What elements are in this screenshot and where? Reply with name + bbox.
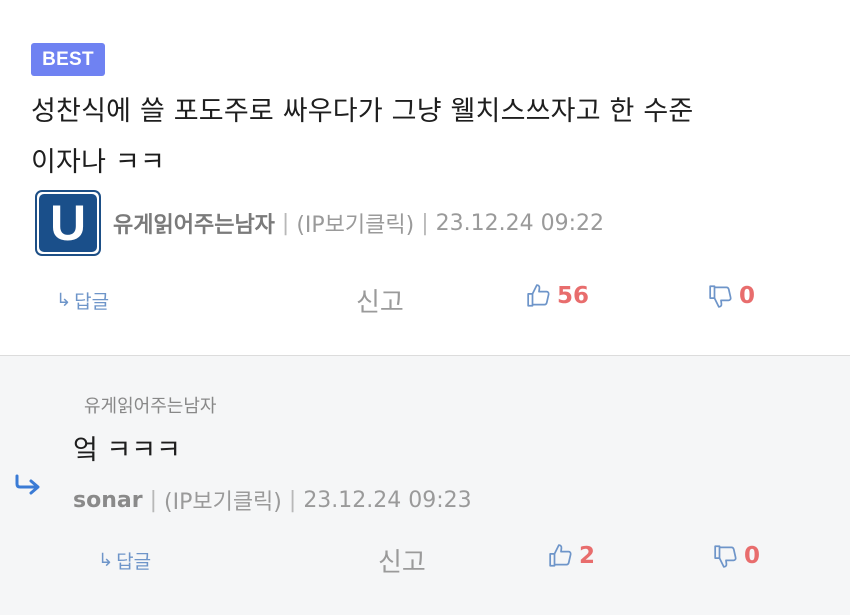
reply-indent-arrow-icon xyxy=(15,474,40,495)
reply-label: 답글 xyxy=(116,551,152,573)
meta-separator: | xyxy=(149,487,157,513)
best-comment-text: 성찬식에 쓸 포도주로 싸우다가 그냥 웰치스쓰자고 한 수준 이자나 ㅋㅋ xyxy=(31,86,821,188)
like-count: 2 xyxy=(579,543,596,569)
reply-arrow-icon: ↳ xyxy=(98,550,114,571)
meta-separator: | xyxy=(281,210,290,236)
thumbs-down-icon xyxy=(714,545,737,568)
reply-to-author: 유게읽어주는남자 xyxy=(84,396,217,417)
best-comment-text-line1: 성찬식에 쓸 포도주로 싸우다가 그냥 웰치스쓰자고 한 수준 xyxy=(31,96,694,127)
like-button[interactable]: 56 xyxy=(526,283,589,309)
ip-view-link[interactable]: (IP보기클릭) xyxy=(164,484,282,516)
report-button[interactable]: 신고 xyxy=(356,282,404,319)
reply-comment: 유게읽어주는남자 엌 ㅋㅋㅋ sonar | (IP보기클릭) | 23.12.… xyxy=(0,356,850,615)
thumbs-up-icon xyxy=(527,284,550,307)
reply-button[interactable]: ↳ 답글 xyxy=(98,547,151,574)
dislike-button[interactable]: 0 xyxy=(708,283,755,309)
thumbs-down-icon xyxy=(709,285,732,308)
reply-arrow-icon: ↳ xyxy=(56,290,72,311)
avatar-letter: U xyxy=(49,195,87,251)
reply-comment-actions: ↳ 답글 신고 2 0 xyxy=(0,538,850,582)
ip-view-link[interactable]: (IP보기클릭) xyxy=(296,207,414,239)
avatar-image: U xyxy=(39,194,97,252)
reply-author-name[interactable]: sonar xyxy=(73,488,143,513)
best-badge: BEST xyxy=(31,43,105,76)
dislike-button[interactable]: 0 xyxy=(713,543,760,569)
meta-separator: | xyxy=(288,487,297,513)
best-comment-meta: 유게읽어주는남자 | (IP보기클릭) | 23.12.24 09:22 xyxy=(113,207,604,239)
meta-separator: | xyxy=(421,210,429,236)
author-name[interactable]: 유게읽어주는남자 xyxy=(113,207,275,239)
like-button[interactable]: 2 xyxy=(548,543,595,569)
reply-comment-meta: sonar | (IP보기클릭) | 23.12.24 09:23 xyxy=(73,484,472,516)
avatar[interactable]: U xyxy=(35,190,101,256)
best-comment-text-line2: 이자나 ㅋㅋ xyxy=(31,147,165,178)
timestamp: 23.12.24 09:22 xyxy=(435,210,605,236)
reply-button[interactable]: ↳ 답글 xyxy=(56,287,109,314)
dislike-count: 0 xyxy=(739,283,756,309)
like-count: 56 xyxy=(557,283,590,309)
best-comment: BEST 성찬식에 쓸 포도주로 싸우다가 그냥 웰치스쓰자고 한 수준 이자나… xyxy=(0,0,850,356)
dislike-count: 0 xyxy=(744,543,761,569)
report-button[interactable]: 신고 xyxy=(378,542,426,579)
best-comment-author-row: U 유게읽어주는남자 | (IP보기클릭) | 23.12.24 09:22 xyxy=(35,190,604,256)
best-comment-actions: ↳ 답글 신고 56 0 xyxy=(0,278,850,322)
thumbs-up-icon xyxy=(549,544,572,567)
reply-comment-text: 엌 ㅋㅋㅋ xyxy=(73,435,181,466)
reply-label: 답글 xyxy=(74,291,110,313)
reply-timestamp: 23.12.24 09:23 xyxy=(303,487,472,513)
